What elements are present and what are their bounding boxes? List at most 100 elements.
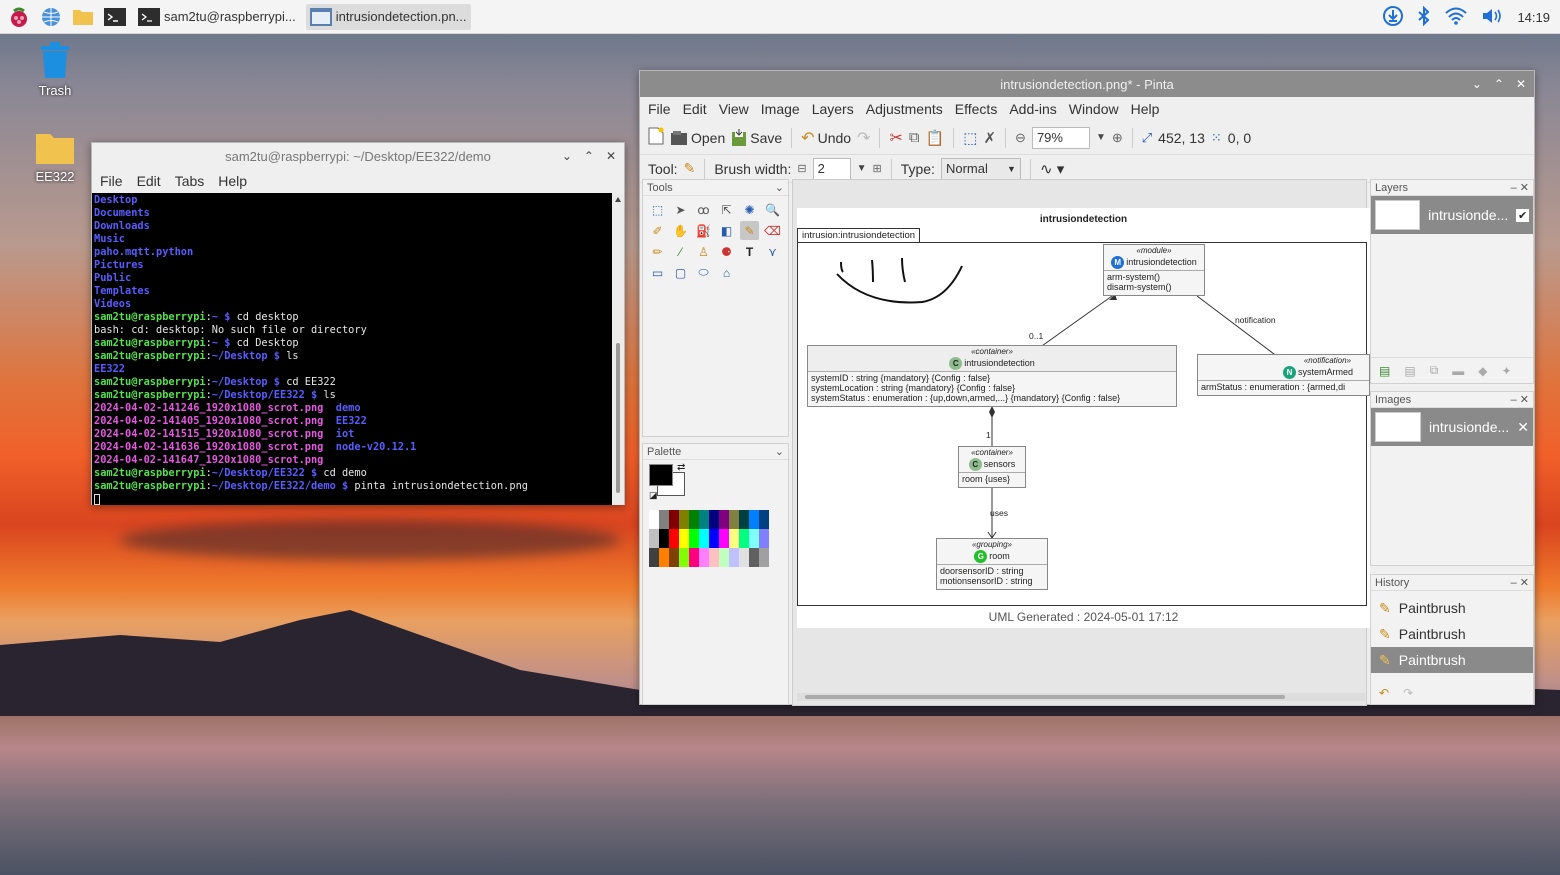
paintbrush-icon[interactable]: ✎ xyxy=(684,160,696,177)
layer-properties-icon[interactable]: ✦ xyxy=(1502,364,1512,378)
desktop-icon-ee322[interactable]: EE322 xyxy=(20,130,90,184)
hand-icon[interactable]: ✋ xyxy=(671,221,690,240)
history-item[interactable]: ✎ Paintbrush xyxy=(1371,647,1533,673)
menu-help[interactable]: Help xyxy=(1131,101,1160,117)
pencil-icon[interactable]: ✏ xyxy=(648,242,667,261)
clone-stamp-icon[interactable]: ♙ xyxy=(694,242,713,261)
clock[interactable]: 14:19 xyxy=(1517,10,1550,25)
close-image-icon[interactable]: ✕ xyxy=(1517,419,1529,436)
scrollbar-thumb[interactable] xyxy=(805,695,1285,699)
desktop-icon-trash[interactable]: Trash xyxy=(20,40,90,98)
new-icon[interactable] xyxy=(648,127,664,148)
palette-swatch[interactable] xyxy=(649,548,659,567)
zoom-out-icon[interactable]: ⊖ xyxy=(1015,130,1026,146)
menu-file[interactable]: File xyxy=(100,173,123,189)
crop-to-selection-icon[interactable]: ⬚ xyxy=(963,129,977,147)
palette-swatch[interactable] xyxy=(759,510,769,529)
close-icon[interactable]: ✕ xyxy=(606,149,616,163)
panel-controls[interactable]: – ✕ xyxy=(1511,576,1529,589)
reset-colors-icon[interactable]: ◪ xyxy=(649,490,658,501)
layer-visibility-checkbox[interactable]: ✔ xyxy=(1516,208,1529,222)
zoom-dropdown-icon[interactable]: ▼ xyxy=(1096,132,1106,143)
volume-icon[interactable] xyxy=(1481,7,1503,28)
delete-layer-icon[interactable]: ▤ xyxy=(1404,364,1415,378)
menu-image[interactable]: Image xyxy=(761,101,800,117)
brush-width-decrease-icon[interactable]: ⊟ xyxy=(797,162,806,175)
menu-tabs[interactable]: Tabs xyxy=(175,173,205,189)
zoom-in-icon[interactable]: ⊕ xyxy=(1112,130,1123,146)
duplicate-layer-icon[interactable]: ⧉ xyxy=(1430,363,1439,378)
palette-swatch[interactable] xyxy=(729,548,739,567)
file-manager-icon[interactable] xyxy=(70,4,96,30)
palette-swatch[interactable] xyxy=(659,510,669,529)
collapse-icon[interactable]: ⌄ xyxy=(775,445,784,458)
rectangle-select-icon[interactable]: ⬚ xyxy=(648,200,667,219)
move-selection-icon[interactable]: ⇱ xyxy=(717,200,736,219)
close-icon[interactable]: ✕ xyxy=(1516,77,1526,91)
zoom-input[interactable]: 79% xyxy=(1031,126,1090,149)
palette-swatch[interactable] xyxy=(659,529,669,548)
undo-icon[interactable]: ↶ xyxy=(1379,686,1389,700)
paste-icon[interactable]: 📋 xyxy=(926,129,945,147)
menu-addins[interactable]: Add-ins xyxy=(1009,101,1056,117)
open-button[interactable]: Open xyxy=(670,130,725,146)
undo-button[interactable]: ↶ Undo xyxy=(801,128,851,148)
palette-swatch[interactable] xyxy=(689,548,699,567)
redo-icon[interactable]: ↷ xyxy=(857,128,870,148)
palette-swatch[interactable] xyxy=(739,548,749,567)
recolor-icon[interactable]: ⚈ xyxy=(717,242,736,261)
maximize-icon[interactable]: ⌃ xyxy=(584,149,594,163)
pinta-titlebar[interactable]: intrusiondetection.png* - Pinta ⌄ ⌃ ✕ xyxy=(640,71,1534,97)
redo-icon[interactable]: ↷ xyxy=(1403,686,1413,700)
palette-swatch[interactable] xyxy=(649,529,659,548)
menu-help[interactable]: Help xyxy=(218,173,247,189)
collapse-icon[interactable]: ⌄ xyxy=(775,181,784,194)
history-item[interactable]: ✎ Paintbrush xyxy=(1371,621,1533,647)
palette-swatch[interactable] xyxy=(669,548,679,567)
palette-swatch[interactable] xyxy=(679,548,689,567)
palette-swatch[interactable] xyxy=(719,529,729,548)
bluetooth-icon[interactable] xyxy=(1417,5,1431,29)
palette-swatch[interactable] xyxy=(719,548,729,567)
palette-swatch[interactable] xyxy=(729,529,739,548)
task-terminal[interactable]: sam2tu@raspberrypi... xyxy=(134,4,300,30)
menu-window[interactable]: Window xyxy=(1069,101,1119,117)
primary-color-swatch[interactable] xyxy=(649,464,673,486)
panel-controls[interactable]: – ✕ xyxy=(1511,393,1529,406)
menu-file[interactable]: File xyxy=(648,101,671,117)
maximize-icon[interactable]: ⌃ xyxy=(1494,77,1504,91)
terminal-launcher-icon[interactable] xyxy=(102,4,128,30)
web-browser-icon[interactable] xyxy=(38,4,64,30)
palette-swatch[interactable] xyxy=(649,510,659,529)
horizontal-scrollbar[interactable] xyxy=(797,693,1365,701)
terminal-titlebar[interactable]: sam2tu@raspberrypi: ~/Desktop/EE322/demo… xyxy=(92,143,624,169)
image-row[interactable]: intrusionde... ✕ xyxy=(1371,408,1533,446)
move-selected-icon[interactable]: ➤ xyxy=(671,200,690,219)
palette-swatch[interactable] xyxy=(739,529,749,548)
panel-controls[interactable]: – ✕ xyxy=(1511,181,1529,194)
palette-swatch[interactable] xyxy=(719,510,729,529)
palette-swatch[interactable] xyxy=(709,510,719,529)
cut-icon[interactable]: ✂ xyxy=(889,128,902,148)
palette-swatch[interactable] xyxy=(749,529,759,548)
terminal-scrollbar[interactable] xyxy=(612,193,624,505)
antialiasing-icon[interactable]: ∿ ▾ xyxy=(1040,160,1064,178)
image-canvas[interactable]: intrusiondetection intrusion:intrusionde… xyxy=(797,208,1370,628)
color-picker-icon[interactable]: ⁄ xyxy=(671,242,690,261)
swap-colors-icon[interactable]: ⇄ xyxy=(677,462,685,473)
download-icon[interactable] xyxy=(1383,5,1404,29)
palette-swatch[interactable] xyxy=(709,529,719,548)
terminal-output[interactable]: Desktop Documents Downloads Music paho.mqtt.… xyxy=(92,193,614,505)
palette-swatch[interactable] xyxy=(699,529,709,548)
task-pinta[interactable]: intrusiondetection.pn... xyxy=(305,3,471,30)
add-layer-icon[interactable]: ▤ xyxy=(1379,364,1390,378)
palette-swatch[interactable] xyxy=(729,510,739,529)
menu-edit[interactable]: Edit xyxy=(683,101,707,117)
palette-swatch[interactable] xyxy=(669,510,679,529)
text-icon[interactable]: T xyxy=(740,242,759,261)
magic-wand-icon[interactable]: ✺ xyxy=(740,200,759,219)
line-curve-icon[interactable]: ⋎ xyxy=(763,242,782,261)
eraser-icon[interactable]: ⌫ xyxy=(763,221,782,240)
rounded-rectangle-icon[interactable]: ▢ xyxy=(671,263,690,282)
brush-width-dropdown-icon[interactable]: ▼ xyxy=(857,163,867,174)
